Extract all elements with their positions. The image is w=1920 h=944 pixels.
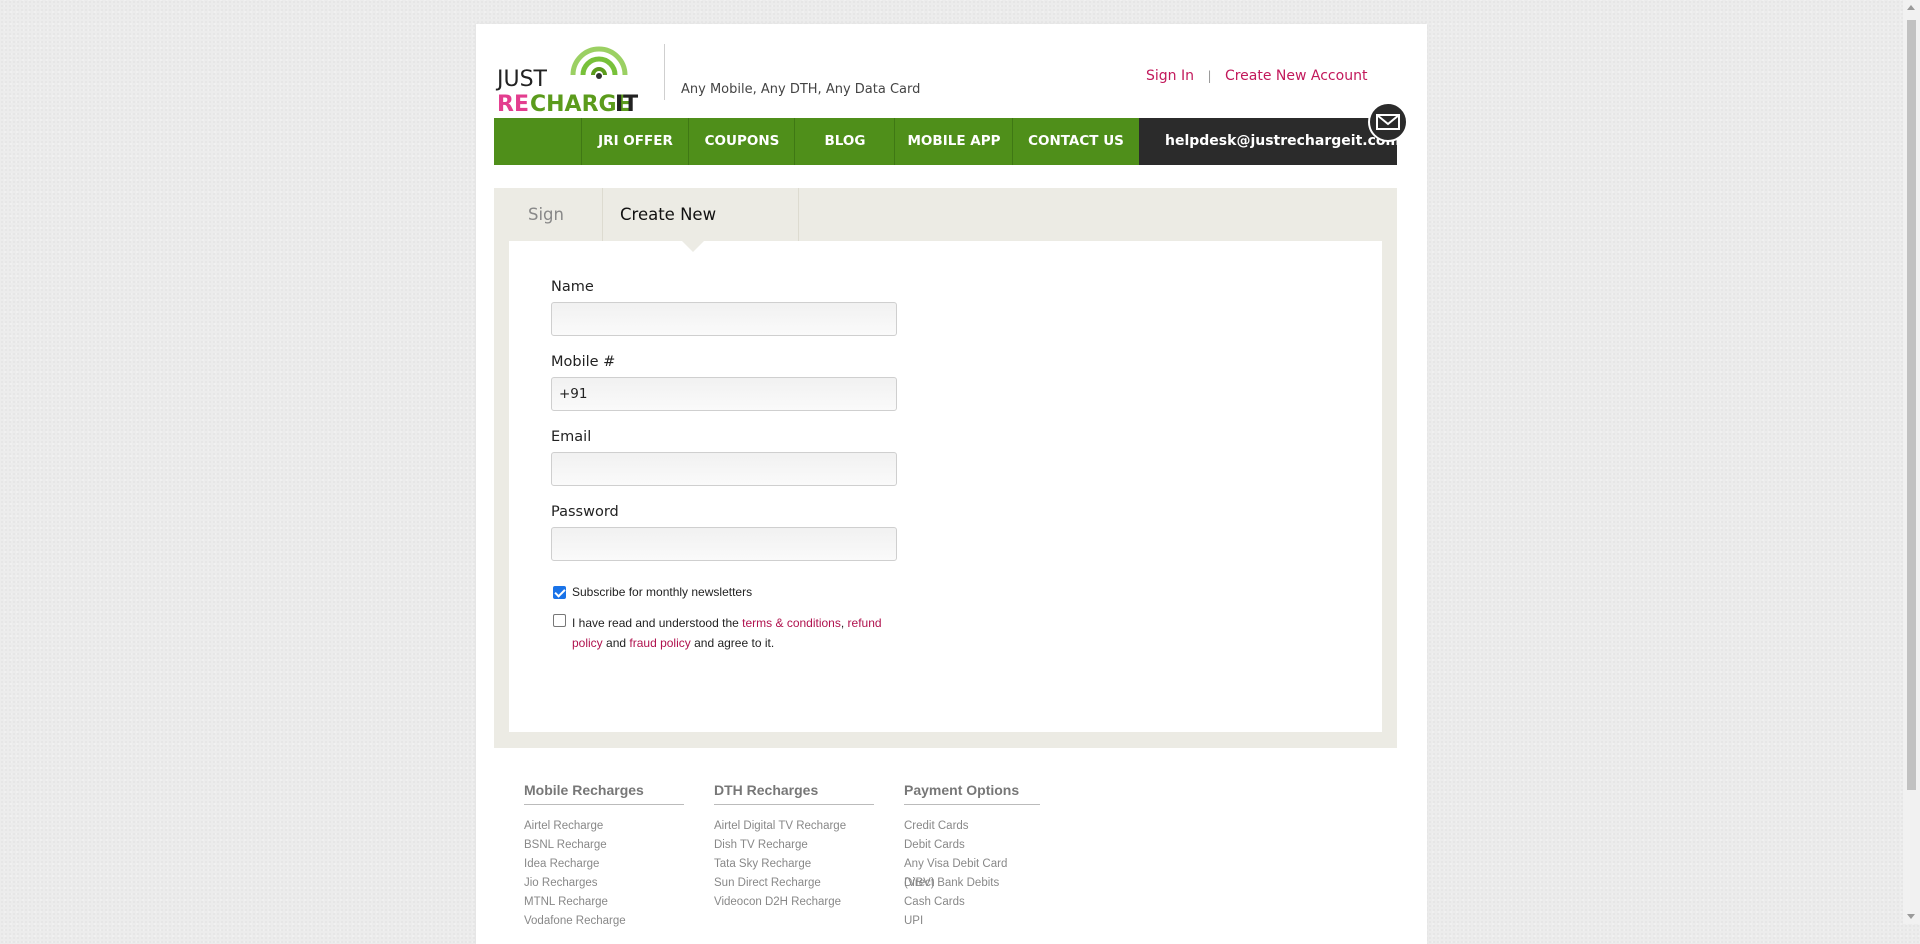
footer-link[interactable]: BSNL Recharge <box>524 836 684 855</box>
email-label: Email <box>551 429 592 445</box>
footer-link[interactable]: Tata Sky Recharge <box>714 855 874 874</box>
password-label: Password <box>551 504 619 520</box>
footer-link[interactable]: MTNL Recharge <box>524 893 684 912</box>
agree-text: and agree to it. <box>690 636 775 650</box>
terms-checkbox[interactable] <box>553 614 566 627</box>
name-label: Name <box>551 279 594 295</box>
footer-dth-heading: DTH Recharges <box>714 782 874 805</box>
auth-panel: Sign In Create New Account Name Mobile #… <box>494 188 1397 748</box>
footer-link[interactable]: Dish TV Recharge <box>714 836 874 855</box>
helpdesk-email[interactable]: helpdesk@justrechargeit.com <box>1139 118 1400 165</box>
footer-link[interactable]: Videocon D2H Recharge <box>714 893 874 912</box>
subscribe-label: Subscribe for monthly newsletters <box>572 585 753 599</box>
mobile-label: Mobile # <box>551 354 616 370</box>
nav-coupons[interactable]: COUPONS <box>688 118 795 165</box>
link-separator: | <box>1207 69 1212 83</box>
footer-dth-recharges: DTH Recharges Airtel Digital TV Recharge… <box>714 782 874 912</box>
subscribe-checkbox[interactable] <box>553 586 566 599</box>
footer-link[interactable]: Idea Recharge <box>524 855 684 874</box>
terms-prefix: I have read and understood the <box>572 616 743 630</box>
footer-link[interactable]: Any Visa Debit Card (VBV) <box>904 855 1040 889</box>
footer-mobile-recharges: Mobile Recharges Airtel Recharge BSNL Re… <box>524 782 684 931</box>
logo-re: RE <box>497 92 529 117</box>
logo-it: IT <box>615 92 639 117</box>
logo-divider <box>664 44 665 100</box>
footer-mobile-heading: Mobile Recharges <box>524 782 684 805</box>
main-nav: JRI OFFER COUPONS BLOG MOBILE APP CONTAC… <box>494 118 1400 165</box>
scrollbar-thumb[interactable] <box>1907 20 1916 790</box>
nav-jri-offer[interactable]: JRI OFFER <box>581 118 689 165</box>
footer-link[interactable]: Cash Cards <box>904 893 1040 912</box>
active-tab-notch <box>682 241 704 252</box>
footer-link[interactable]: Direct Bank Debits <box>904 874 1040 893</box>
terms-text: I have read and understood the terms & c… <box>572 613 902 653</box>
name-input[interactable] <box>551 302 897 336</box>
nav-contact-us[interactable]: CONTACT US <box>1012 118 1139 165</box>
envelope-icon[interactable] <box>1368 102 1408 142</box>
account-links: Sign In | Create New Account <box>1146 68 1367 84</box>
mobile-input[interactable] <box>551 377 897 411</box>
tagline: Any Mobile, Any DTH, Any Data Card <box>681 82 921 97</box>
footer-payment-options: Payment Options Credit Cards Debit Cards… <box>904 782 1040 931</box>
fraud-policy-link[interactable]: fraud policy <box>629 636 690 650</box>
footer-link[interactable]: Jio Recharges <box>524 874 684 893</box>
nav-blog[interactable]: BLOG <box>794 118 895 165</box>
email-input[interactable] <box>551 452 897 486</box>
nav-mobile-app[interactable]: MOBILE APP <box>894 118 1013 165</box>
signal-icon <box>570 46 628 79</box>
terms-conditions-link[interactable]: terms & conditions <box>742 616 841 630</box>
scroll-up-icon[interactable] <box>1907 5 1915 10</box>
footer-payment-heading: Payment Options <box>904 782 1040 805</box>
tab-create-account[interactable]: Create New Account <box>602 188 799 277</box>
page-scrollbar[interactable] <box>1903 0 1920 924</box>
footer-link[interactable]: Airtel Recharge <box>524 817 684 836</box>
scroll-down-icon[interactable] <box>1907 914 1915 919</box>
terms-comma: , <box>840 616 848 630</box>
signup-form: Name Mobile # Email Password Subscribe f… <box>509 241 1382 732</box>
footer-link[interactable]: UPI <box>904 912 1040 931</box>
footer-link[interactable]: Sun Direct Recharge <box>714 874 874 893</box>
password-input[interactable] <box>551 527 897 561</box>
page-container: JUST RE CHARGE IT Any Mobile, Any DTH, A… <box>476 24 1427 944</box>
and-text: and <box>602 636 630 650</box>
site-logo[interactable]: JUST RE CHARGE IT <box>497 39 647 117</box>
tab-sign-in[interactable]: Sign In <box>510 188 603 277</box>
logo-just: JUST <box>497 67 547 92</box>
footer-link[interactable]: Debit Cards <box>904 836 1040 855</box>
footer-link[interactable]: Vodafone Recharge <box>524 912 684 931</box>
header-create-account-link[interactable]: Create New Account <box>1225 68 1367 84</box>
footer-link[interactable]: Credit Cards <box>904 817 1040 836</box>
header-signin-link[interactable]: Sign In <box>1146 68 1194 84</box>
footer-link[interactable]: Airtel Digital TV Recharge <box>714 817 874 836</box>
